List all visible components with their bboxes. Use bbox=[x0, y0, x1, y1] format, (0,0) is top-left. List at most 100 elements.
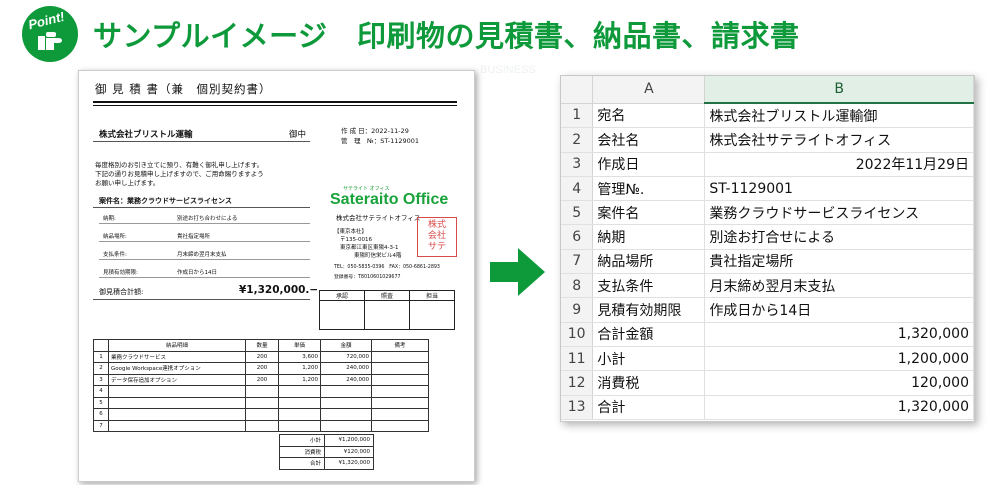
company-registration: 登録番号：T8010601029677 bbox=[334, 275, 401, 280]
management-number: 管 理 №：ST-1129001 bbox=[341, 137, 420, 145]
page-title: サンプルイメージ 印刷物の見積書、納品書、請求書 bbox=[93, 19, 800, 53]
company-tel: TEL：050-5835-0396 FAX：050-6861-2893 bbox=[334, 265, 440, 270]
item-no: 5 bbox=[93, 396, 109, 409]
item-qty bbox=[245, 385, 279, 398]
item-amount: 240,000 bbox=[320, 362, 372, 375]
item-no: 2 bbox=[93, 362, 109, 375]
row-header[interactable]: 7 bbox=[561, 249, 594, 275]
table-row: 7 納品場所 貴社指定場所 bbox=[561, 249, 974, 275]
total-amount: ¥1,320,000.− bbox=[239, 284, 319, 296]
approval-header: 承認 bbox=[319, 290, 365, 301]
cell-b[interactable]: 別途お打合せによる bbox=[704, 224, 974, 250]
table-row: 4 bbox=[93, 385, 429, 398]
items-header: 数量 bbox=[245, 339, 279, 352]
cell-a[interactable]: 見積有効期限 bbox=[592, 297, 706, 323]
cell-b[interactable]: 貴社指定場所 bbox=[704, 249, 974, 275]
row-header[interactable]: 9 bbox=[561, 297, 594, 323]
approval-header: 照査 bbox=[364, 290, 410, 301]
field-underline bbox=[99, 259, 310, 260]
table-row: 12 消費税 120,000 bbox=[561, 370, 974, 396]
table-row: 7 bbox=[93, 419, 429, 432]
table-row: 4 管理№. ST-1129001 bbox=[561, 176, 974, 202]
item-name: 業務クラウドサービス bbox=[108, 350, 246, 363]
row-header[interactable]: 12 bbox=[561, 370, 594, 396]
cell-b[interactable]: 株式会社ブリストル運輸御 bbox=[704, 103, 974, 129]
table-row: 11 小計 1,200,000 bbox=[561, 346, 974, 372]
cell-b[interactable]: 2022年11月29日 bbox=[704, 152, 974, 177]
summary-table: 小計 ¥1,200,000 消費税 ¥120,000 合計 ¥1,320,000 bbox=[279, 434, 374, 470]
cell-b[interactable]: 120,000 bbox=[704, 370, 974, 396]
field-value-validity: 作成日から14日 bbox=[177, 270, 217, 276]
cell-a[interactable]: 支払条件 bbox=[592, 273, 706, 299]
row-header[interactable]: 2 bbox=[561, 127, 594, 153]
cell-a[interactable]: 小計 bbox=[592, 346, 706, 372]
cell-a[interactable]: 会社名 bbox=[592, 127, 706, 153]
company-zip: 〒135-0016 bbox=[340, 237, 372, 243]
item-qty: 200 bbox=[245, 362, 279, 375]
row-header[interactable]: 4 bbox=[561, 176, 594, 202]
cell-b[interactable]: 作成日から14日 bbox=[704, 297, 974, 323]
table-row: 1 宛名 株式会社ブリストル運輸御 bbox=[561, 103, 974, 129]
item-name bbox=[108, 385, 246, 398]
title-rule bbox=[93, 101, 457, 103]
summary-label: 消費税 bbox=[279, 445, 325, 458]
table-row: 8 支払条件 月末締め翌月末支払 bbox=[561, 273, 974, 299]
field-value-delivery: 別途お打ち合わせによる bbox=[177, 216, 238, 222]
summary-label: 合計 bbox=[279, 457, 325, 470]
cell-b[interactable]: 業務クラウドサービスライセンス bbox=[704, 200, 974, 226]
item-note bbox=[371, 373, 429, 386]
item-price bbox=[278, 385, 321, 398]
item-note bbox=[371, 362, 429, 375]
item-amount bbox=[320, 385, 372, 398]
cell-a[interactable]: 納期 bbox=[592, 224, 706, 250]
items-header: 備考 bbox=[371, 339, 429, 352]
row-header[interactable]: 3 bbox=[561, 152, 594, 177]
corner-cell[interactable] bbox=[561, 76, 594, 104]
item-price bbox=[278, 408, 321, 421]
total-underline bbox=[93, 299, 310, 300]
cell-b[interactable]: 1,320,000 bbox=[704, 322, 974, 347]
project-name: 案件名：業務クラウドサービスライセンス bbox=[99, 197, 232, 205]
row-header[interactable]: 6 bbox=[561, 224, 594, 250]
recipient-underline bbox=[93, 141, 310, 142]
cell-a[interactable]: 合計金額 bbox=[592, 322, 706, 347]
point-badge: Point! bbox=[22, 6, 78, 62]
item-amount bbox=[320, 408, 372, 421]
cell-b[interactable]: 1,200,000 bbox=[704, 346, 974, 372]
cell-a[interactable]: 消費税 bbox=[592, 370, 706, 396]
row-header[interactable]: 1 bbox=[561, 103, 594, 129]
item-note bbox=[371, 396, 429, 409]
table-row: 2 会社名 株式会社サテライトオフィス bbox=[561, 127, 974, 153]
company-seal-stamp: 株式 会社 サテ bbox=[417, 217, 457, 257]
items-table: 納品明細 数量 単価 金額 備考 1 業務クラウドサービス 200 3,600 … bbox=[93, 339, 429, 432]
row-header[interactable]: 8 bbox=[561, 273, 594, 299]
cell-a[interactable]: 納品場所 bbox=[592, 249, 706, 275]
cell-a[interactable]: 宛名 bbox=[592, 103, 706, 129]
item-price bbox=[278, 419, 321, 432]
field-label-place: 納品場所: bbox=[103, 234, 127, 240]
row-header[interactable]: 10 bbox=[561, 322, 594, 347]
cell-b[interactable]: 月末締め翌月末支払 bbox=[704, 273, 974, 299]
row-header[interactable]: 5 bbox=[561, 200, 594, 226]
table-row: 9 見積有効期限 作成日から14日 bbox=[561, 297, 974, 323]
cell-a[interactable]: 案件名 bbox=[592, 200, 706, 226]
item-qty: 200 bbox=[245, 350, 279, 363]
cell-a[interactable]: 管理№. bbox=[592, 176, 706, 202]
summary-label: 小計 bbox=[279, 434, 325, 447]
approval-table: 承認 照査 担当 bbox=[319, 290, 455, 330]
column-header-b[interactable]: B bbox=[704, 76, 974, 104]
item-name bbox=[108, 408, 246, 421]
approval-box bbox=[409, 300, 455, 330]
field-underline bbox=[99, 277, 310, 278]
cell-b[interactable]: 1,320,000 bbox=[704, 395, 974, 420]
row-header[interactable]: 13 bbox=[561, 395, 594, 420]
cell-b[interactable]: ST-1129001 bbox=[704, 176, 974, 202]
summary-value: ¥1,200,000 bbox=[324, 434, 374, 447]
item-amount bbox=[320, 396, 372, 409]
item-price: 1,200 bbox=[278, 373, 321, 386]
column-header-a[interactable]: A bbox=[592, 76, 706, 104]
cell-a[interactable]: 合計 bbox=[592, 395, 706, 420]
row-header[interactable]: 11 bbox=[561, 346, 594, 372]
cell-b[interactable]: 株式会社サテライトオフィス bbox=[704, 127, 974, 153]
cell-a[interactable]: 作成日 bbox=[592, 152, 706, 177]
